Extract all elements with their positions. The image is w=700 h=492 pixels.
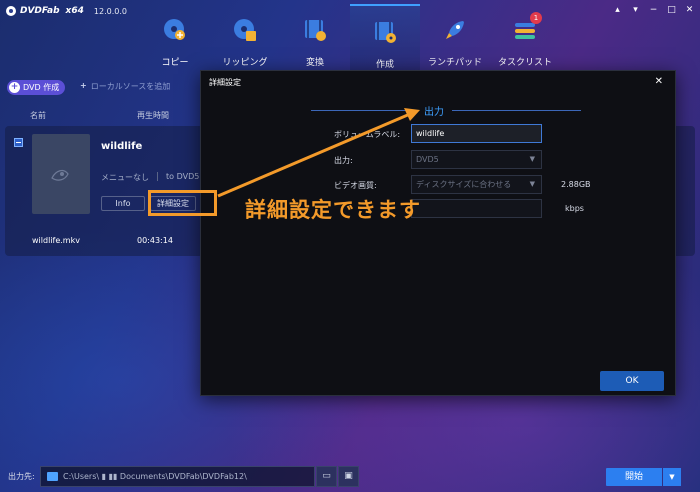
tab-ripper[interactable]: リッピング [210, 4, 280, 72]
close-icon[interactable]: ✕ [685, 5, 694, 15]
dialog-close-icon[interactable]: ✕ [655, 76, 663, 87]
output-select-value: DVD5 [416, 155, 439, 164]
dvdfab-logo-icon [6, 6, 16, 16]
film-disc-icon [234, 19, 256, 41]
video-quality-value: ディスクサイズに合わせる [416, 180, 512, 189]
output-path-value: C:\Users\ ▮ ▮▮ Documents\DVDFab\DVDFab12… [63, 472, 247, 481]
output-path-label: 出力先: [8, 472, 35, 481]
mascot-icon[interactable]: ▴ [613, 5, 622, 15]
folder-icon [47, 472, 58, 481]
bitrate-unit: kbps [565, 204, 584, 213]
add-local-source-button[interactable]: + ローカルソースを追加 [80, 81, 170, 92]
task-count-badge: 1 [530, 12, 542, 24]
advanced-settings-dialog: 詳細設定 ✕ 出力 ボリュームラベル: wildlife 出力: DVD5 ▼ … [200, 70, 676, 396]
tab-creator-label: 作成 [375, 60, 394, 70]
file-thumbnail [32, 134, 90, 214]
tab-creator[interactable]: 作成 [350, 4, 420, 72]
film-convert-icon [305, 20, 326, 41]
dvd-create-label: DVD 作成 [23, 83, 60, 92]
module-tabs: コピー リッピング 変換 作成 ランチパッド 1 タスクリスト [140, 4, 560, 72]
video-quality-caption: ビデオ画質: [334, 181, 377, 190]
tab-ripper-label: リッピング [222, 58, 268, 68]
column-duration: 再生時間 [137, 111, 169, 120]
dvd-create-button[interactable]: + DVD 作成 [7, 80, 66, 95]
bitrate-input[interactable] [411, 199, 542, 218]
disc-copy-icon [164, 19, 185, 40]
tab-convert[interactable]: 変換 [280, 4, 350, 72]
add-local-source-label: ローカルソースを追加 [90, 82, 171, 91]
tab-copy[interactable]: コピー [140, 4, 210, 72]
column-name: 名前 [30, 111, 46, 120]
output-path-field[interactable]: C:\Users\ ▮ ▮▮ Documents\DVDFab\DVDFab12… [40, 466, 315, 487]
chevron-down-icon: ▼ [529, 155, 535, 163]
settings-menu-icon[interactable]: ▾ [631, 5, 640, 15]
tab-copy-label: コピー [161, 58, 189, 68]
tab-convert-label: 変換 [305, 58, 324, 68]
add-circle-icon: + [9, 82, 20, 93]
start-button[interactable]: 開始 [606, 468, 662, 486]
tab-launchpad[interactable]: ランチパッド [420, 4, 490, 72]
brand: DVDFab x64 12.0.0.0 [6, 6, 127, 16]
ok-button[interactable]: OK [600, 371, 664, 391]
iso-output-button[interactable]: ▣ [338, 466, 359, 487]
estimated-size: 2.88GB [561, 180, 591, 189]
output-select[interactable]: DVD5 ▼ [411, 150, 542, 169]
menu-setting[interactable]: メニューなし [101, 172, 149, 183]
info-button[interactable]: Info [101, 196, 145, 211]
tab-task-list-label: タスクリスト [497, 58, 552, 68]
film-create-icon [375, 22, 396, 43]
chevron-down-icon: ▼ [529, 180, 535, 188]
file-checkbox[interactable] [14, 138, 23, 147]
window-controls: ▴ ▾ − □ ✕ [613, 5, 694, 15]
start-options-chevron-icon[interactable]: ▼ [663, 468, 681, 486]
volume-label-input[interactable]: wildlife [411, 124, 542, 143]
plus-icon: + [80, 81, 87, 90]
brand-name: DVDFab [20, 6, 60, 16]
minimize-icon[interactable]: − [649, 5, 658, 15]
annotation-highlight-box [148, 190, 217, 216]
output-target[interactable]: to DVD5 [157, 172, 199, 181]
browse-folder-button[interactable]: ▭ [316, 466, 337, 487]
volume-label-caption: ボリュームラベル: [334, 130, 401, 139]
rocket-icon [446, 21, 464, 39]
tab-launchpad-label: ランチパッド [427, 58, 482, 68]
track-duration: 00:43:14 [137, 236, 173, 245]
file-title: wildlife [101, 141, 143, 152]
tab-task-list[interactable]: 1 タスクリスト [490, 4, 560, 72]
app-version: 12.0.0.0 [93, 6, 127, 16]
brand-arch: x64 [65, 6, 84, 16]
dialog-title: 詳細設定 [209, 78, 241, 87]
output-caption: 出力: [334, 156, 353, 165]
maximize-icon[interactable]: □ [667, 5, 676, 15]
section-title-output: 出力 [416, 103, 452, 118]
track-file-name: wildlife.mkv [32, 236, 80, 245]
annotation-text: 詳細設定できます [245, 198, 421, 222]
footer: 出力先: C:\Users\ ▮ ▮▮ Documents\DVDFab\DVD… [0, 462, 700, 492]
video-quality-select[interactable]: ディスクサイズに合わせる ▼ [411, 175, 542, 194]
video-placeholder-icon [51, 169, 69, 181]
